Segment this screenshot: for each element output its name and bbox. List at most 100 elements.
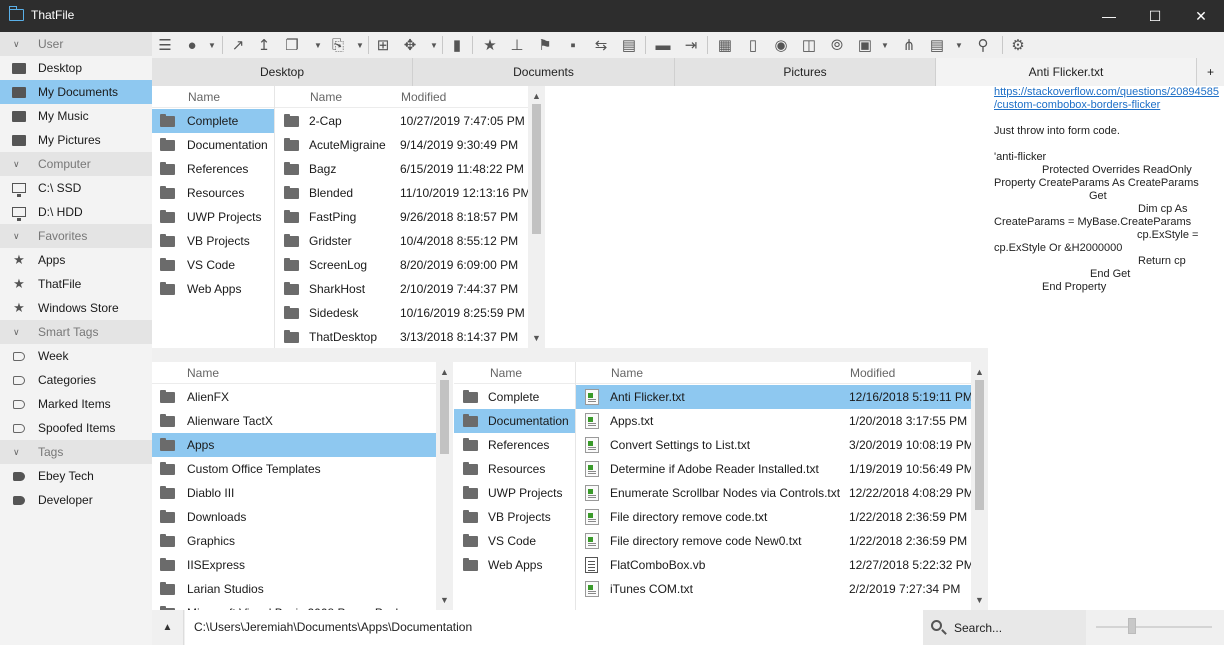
chevron-down-icon[interactable]: ▼ (424, 35, 444, 55)
column-header-modified[interactable]: Modified (401, 86, 446, 108)
list-item[interactable]: Web Apps (152, 277, 274, 301)
tab-desktop[interactable]: Desktop (152, 58, 413, 86)
window-icon[interactable]: ▣ (855, 35, 875, 55)
table-row[interactable]: Apps.txt 1/20/2018 3:17:55 PM (576, 409, 971, 433)
list-item[interactable]: Complete (152, 109, 274, 133)
table-row[interactable]: Anti Flicker.txt 12/16/2018 5:19:11 PM (576, 385, 973, 409)
comment-icon[interactable]: ▤ (619, 35, 639, 55)
paste-icon[interactable]: ⎘ (328, 35, 348, 55)
scroll-thumb[interactable] (440, 380, 449, 454)
table-row[interactable]: Bagz 6/15/2019 11:48:22 PM (275, 157, 528, 181)
scroll-down-icon[interactable]: ▼ (436, 592, 453, 608)
chevron-down-icon[interactable]: ∨ (13, 224, 20, 248)
chevron-down-icon[interactable]: ▼ (202, 35, 222, 55)
sidebar-item-my-music[interactable]: My Music (0, 104, 152, 128)
table-row[interactable]: File directory remove code.txt 1/22/2018 … (576, 505, 971, 529)
move-icon[interactable]: ✥ (400, 35, 420, 55)
list-item[interactable]: Downloads (152, 505, 436, 529)
rename-icon[interactable]: ⇥ (681, 35, 701, 55)
list-item[interactable]: Diablo III (152, 481, 436, 505)
sidebar-section-tags[interactable]: ∨ Tags (0, 440, 152, 464)
preview-link[interactable]: /custom-combobox-borders-flicker (994, 99, 1160, 111)
list-item[interactable]: Complete (454, 385, 575, 409)
settings-icon[interactable]: ⚙ (1008, 35, 1028, 55)
tag-icon[interactable]: ▪ (563, 35, 583, 55)
mirror-icon[interactable]: ◫ (799, 35, 819, 55)
table-row[interactable]: 2-Cap 10/27/2019 7:47:05 PM (275, 109, 528, 133)
column-header-name[interactable]: Name (152, 362, 453, 384)
close-button[interactable]: ✕ (1178, 0, 1224, 32)
minimize-button[interactable]: — (1086, 0, 1132, 32)
sidebar-item-ebey-tech[interactable]: Ebey Tech (0, 464, 152, 488)
maximize-button[interactable]: ☐ (1132, 0, 1178, 32)
scroll-up-icon[interactable]: ▲ (436, 364, 453, 380)
delete-icon[interactable]: ▮ (447, 35, 467, 55)
table-row[interactable]: Sidedesk 10/16/2019 8:25:59 PM (275, 301, 528, 325)
scroll-up-icon[interactable]: ▲ (528, 88, 545, 104)
sidebar-item-d-hdd[interactable]: D:\ HDD (0, 200, 152, 224)
scroll-up-icon[interactable]: ▲ (971, 364, 988, 380)
scroll-thumb[interactable] (975, 380, 984, 510)
open-external-icon[interactable]: ↗ (228, 35, 248, 55)
list-item[interactable]: VS Code (454, 529, 575, 553)
sidebar-item-my-pictures[interactable]: My Pictures (0, 128, 152, 152)
list-item[interactable]: VS Code (152, 253, 274, 277)
flag-icon[interactable]: ⚑ (535, 35, 555, 55)
list-item[interactable]: UWP Projects (454, 481, 575, 505)
user-icon[interactable]: ● (182, 35, 202, 55)
two-panes-icon[interactable]: ▤ (927, 35, 947, 55)
tab-pictures[interactable]: Pictures (675, 58, 936, 86)
sidebar-item-desktop[interactable]: Desktop (0, 56, 152, 80)
sidebar-section-user[interactable]: ∨ User (0, 32, 152, 56)
chevron-down-icon[interactable]: ∨ (13, 32, 20, 56)
chevron-down-icon[interactable]: ∨ (13, 320, 20, 344)
column-header-name[interactable]: Name (310, 86, 342, 108)
vertical-scrollbar[interactable]: ▲ ▼ (971, 362, 988, 610)
chevron-down-icon[interactable]: ▼ (308, 35, 328, 55)
menu-icon[interactable]: ☰ (155, 35, 175, 55)
table-row[interactable]: FlatComboBox.vb 12/27/2018 5:22:32 PM (576, 553, 974, 577)
chevron-down-icon[interactable]: ∨ (13, 152, 20, 176)
chevron-down-icon[interactable]: ∨ (13, 440, 20, 464)
list-item[interactable]: VB Projects (454, 505, 575, 529)
chevron-down-icon[interactable]: ▼ (875, 35, 895, 55)
column-header-name[interactable]: Name (611, 362, 643, 384)
list-item[interactable]: References (454, 433, 575, 457)
list-item[interactable]: IISExpress (152, 553, 436, 577)
scroll-down-icon[interactable]: ▼ (528, 330, 545, 346)
table-row[interactable]: Blended 11/10/2019 12:13:16 PM (275, 181, 531, 205)
tab-documents[interactable]: Documents (413, 58, 675, 86)
scroll-thumb[interactable] (532, 104, 541, 234)
table-row[interactable]: AcuteMigraine 9/14/2019 9:30:49 PM (275, 133, 528, 157)
table-row[interactable]: FastPing 9/26/2018 8:18:57 PM (275, 205, 528, 229)
list-item[interactable]: Apps (152, 433, 436, 457)
star-icon[interactable]: ★ (480, 35, 500, 55)
tab-anti-flicker[interactable]: Anti Flicker.txt (936, 58, 1197, 86)
column-header-name[interactable]: Name (152, 86, 274, 108)
sidebar-item-developer[interactable]: Developer (0, 488, 152, 512)
list-item[interactable]: Resources (454, 457, 575, 481)
table-row[interactable]: SharkHost 2/10/2019 7:44:37 PM (275, 277, 528, 301)
list-item[interactable]: UWP Projects (152, 205, 274, 229)
sidebar-item-c-ssd[interactable]: C:\ SSD (0, 176, 152, 200)
tiles-icon[interactable]: ▦ (715, 35, 735, 55)
merge-icon[interactable]: ⋔ (899, 35, 919, 55)
path-field[interactable]: C:\Users\Jeremiah\Documents\Apps\Documen… (185, 610, 923, 645)
sidebar-item-week[interactable]: Week (0, 344, 152, 368)
list-item[interactable]: AlienFX (152, 385, 436, 409)
columns-icon[interactable]: ▯ (743, 35, 763, 55)
list-item[interactable]: Graphics (152, 529, 436, 553)
search-input[interactable]: Search... (923, 610, 1086, 645)
folder-icon[interactable]: ▬ (653, 35, 673, 55)
table-row[interactable]: Gridster 10/4/2018 8:55:12 PM (275, 229, 528, 253)
list-item[interactable]: Larian Studios (152, 577, 436, 601)
vertical-scrollbar[interactable]: ▲ ▼ (436, 362, 453, 610)
chevron-down-icon[interactable]: ▼ (350, 35, 370, 55)
list-item[interactable]: References (152, 157, 274, 181)
table-row[interactable]: Determine if Adobe Reader Installed.txt 1… (576, 457, 974, 481)
column-header-modified[interactable]: Modified (850, 362, 895, 384)
sidebar-item-windows-store[interactable]: ★ Windows Store (0, 296, 152, 320)
table-row[interactable]: File directory remove code New0.txt 1/22/… (576, 529, 971, 553)
table-row[interactable]: ThatDesktop 3/13/2018 8:14:37 PM (275, 325, 528, 348)
zoom-slider[interactable] (1092, 610, 1217, 645)
